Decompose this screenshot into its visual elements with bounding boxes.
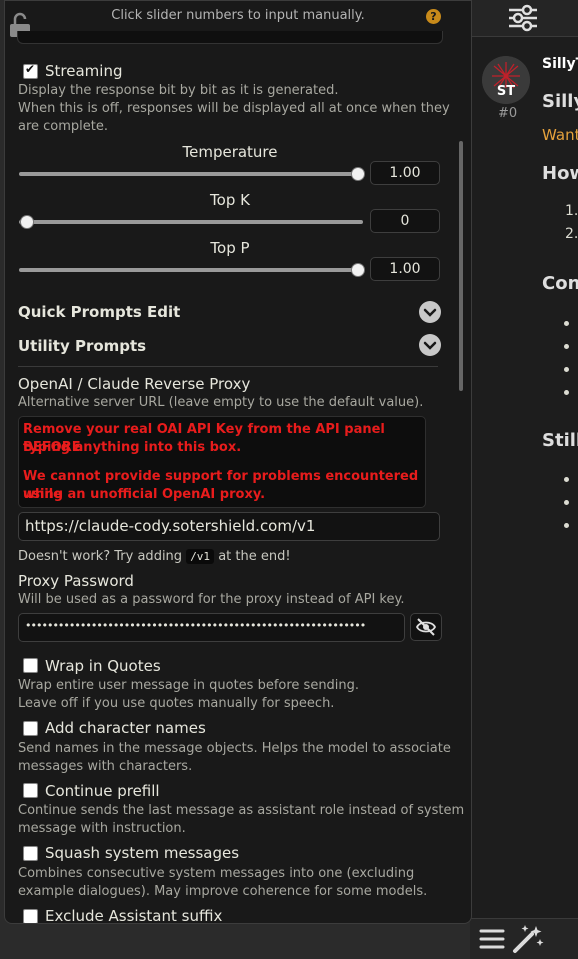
bullet	[564, 500, 569, 505]
message-subheading-still: Still	[542, 430, 578, 451]
bullet	[564, 367, 569, 372]
message-id: #0	[498, 106, 518, 121]
exclude-assistant-suffix-label: Exclude Assistant suffix	[45, 907, 223, 924]
streaming-checkbox[interactable]	[23, 62, 38, 79]
option-desc: example dialogues). May improve coherenc…	[18, 884, 428, 899]
top-p-value[interactable]: 1.00	[370, 257, 440, 281]
streaming-label: Streaming	[45, 62, 123, 80]
add-character-names-label: Add character names	[45, 719, 206, 737]
utility-prompts-header[interactable]: Utility Prompts	[18, 337, 146, 355]
proxy-hint: Doesn't work? Try adding /v1 at the end!	[18, 549, 291, 564]
ai-settings-panel: Click slider numbers to input manually. …	[4, 0, 472, 924]
temperature-value[interactable]: 1.00	[370, 161, 440, 185]
avatar[interactable]: ST	[482, 56, 530, 104]
proxy-desc: Alternative server URL (leave empty to u…	[18, 395, 424, 410]
proxy-hint-text: Doesn't work? Try adding	[18, 549, 183, 564]
proxy-warning-box: Remove your real OAI API Key from the AP…	[18, 416, 426, 508]
continue-prefill-checkbox[interactable]	[23, 783, 38, 798]
proxy-password-desc: Will be used as a password for the proxy…	[18, 592, 405, 607]
eye-slash-icon	[416, 618, 436, 636]
top-k-label: Top K	[210, 191, 250, 209]
toggle-password-visibility-button[interactable]	[410, 613, 442, 641]
wrap-in-quotes-checkbox[interactable]	[23, 658, 38, 673]
option-desc: Continue sends the last message as assis…	[18, 803, 465, 818]
proxy-hint-code: /v1	[186, 549, 215, 564]
proxy-url-input[interactable]: https://claude-cody.sotershield.com/v1	[18, 512, 440, 541]
option-desc: Wrap entire user message in quotes befor…	[18, 678, 360, 693]
chat-message: ST #0 SillyT Silly Want How 1. 2. Conf S…	[470, 38, 578, 918]
proxy-hint-text: at the end!	[218, 549, 291, 564]
top-k-value[interactable]: 0	[370, 209, 440, 233]
list-number: 1.	[565, 203, 578, 219]
temperature-slider[interactable]	[19, 172, 363, 176]
option-desc: Combines consecutive system messages int…	[18, 866, 415, 881]
warning-text: typing anything into this box.	[23, 440, 242, 455]
menu-icon[interactable]	[479, 927, 505, 951]
bullet	[564, 390, 569, 395]
proxy-url-value: https://claude-cody.sotershield.com/v1	[25, 517, 316, 535]
magic-wand-icon[interactable]	[512, 924, 544, 954]
exclude-assistant-suffix-checkbox[interactable]	[23, 909, 38, 923]
bullet	[564, 321, 569, 326]
option-desc: Leave off if you use quotes manually for…	[18, 696, 335, 711]
top-p-slider[interactable]	[19, 268, 363, 272]
squash-system-messages-label: Squash system messages	[45, 844, 240, 862]
add-character-names-checkbox[interactable]	[23, 721, 38, 736]
bullet	[564, 344, 569, 349]
quick-prompts-edit-header[interactable]: Quick Prompts Edit	[18, 303, 180, 321]
temperature-slider-handle[interactable]	[351, 167, 365, 181]
message-link-text: Want	[542, 126, 578, 144]
message-subheading-conf: Conf	[542, 273, 578, 294]
continue-prefill-label: Continue prefill	[45, 782, 160, 800]
option-desc: Send names in the message objects. Helps…	[18, 741, 451, 756]
top-k-slider[interactable]	[19, 220, 363, 224]
list-number: 2.	[565, 226, 578, 242]
sliders-settings-icon[interactable]	[506, 4, 540, 32]
warning-text: using an unofficial OpenAI proxy.	[23, 487, 266, 502]
squash-system-messages-checkbox[interactable]	[23, 846, 38, 861]
top-k-slider-handle[interactable]	[20, 215, 34, 229]
bullet	[564, 477, 569, 482]
slider-hint: Click slider numbers to input manually.	[111, 8, 365, 23]
proxy-title: OpenAI / Claude Reverse Proxy	[18, 375, 251, 393]
password-mask: ••••••••••••••••••••••••••••••••••••••••…	[25, 619, 366, 632]
top-p-slider-handle[interactable]	[351, 263, 365, 277]
scrolled-element-edge	[17, 31, 443, 44]
proxy-password-input[interactable]: ••••••••••••••••••••••••••••••••••••••••…	[18, 613, 405, 642]
chevron-down-icon[interactable]	[418, 300, 442, 324]
message-heading: Silly	[542, 91, 578, 112]
streaming-desc: When this is off, responses will be disp…	[18, 101, 450, 116]
character-name: SillyT	[542, 56, 578, 72]
temperature-label: Temperature	[182, 143, 278, 161]
option-desc: messages with characters.	[18, 759, 193, 774]
bullet	[564, 523, 569, 528]
message-subheading-how: How	[542, 163, 578, 184]
bottom-bar	[470, 918, 578, 959]
divider	[18, 366, 438, 367]
chevron-down-icon[interactable]	[418, 333, 442, 357]
streaming-desc: are complete.	[18, 119, 109, 134]
help-icon[interactable]: ?	[426, 9, 441, 24]
avatar-text: ST	[496, 84, 516, 99]
top-bar	[470, 0, 578, 37]
panel-scrollbar[interactable]	[459, 141, 463, 391]
option-desc: message with instruction.	[18, 821, 186, 836]
proxy-password-title: Proxy Password	[18, 572, 134, 590]
streaming-desc: Display the response bit by bit as it is…	[18, 83, 339, 98]
wrap-in-quotes-label: Wrap in Quotes	[45, 657, 161, 675]
top-p-label: Top P	[210, 239, 250, 257]
